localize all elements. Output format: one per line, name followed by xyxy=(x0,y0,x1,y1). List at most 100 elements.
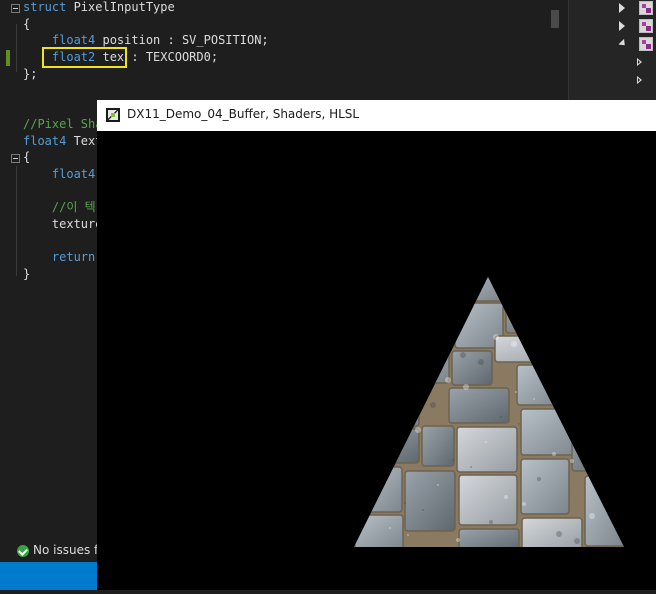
scene-canvas xyxy=(354,277,624,547)
stone-speckle xyxy=(515,391,517,393)
status-text[interactable]: No issues fo xyxy=(33,542,106,559)
fold-toggle-struct[interactable] xyxy=(11,4,20,13)
stone-speckle xyxy=(567,427,571,431)
stone-speckle xyxy=(518,423,520,425)
stone-speckle xyxy=(456,538,460,542)
shader-file-icon xyxy=(639,1,653,15)
stone-speckle xyxy=(574,538,580,544)
stone-speckle xyxy=(411,348,415,352)
fold-toggle-function[interactable] xyxy=(11,154,20,163)
stone-speckle xyxy=(537,477,541,481)
code-token: float4 xyxy=(23,134,67,148)
stone-speckle xyxy=(470,466,472,468)
code-line[interactable]: //Pixel Sha xyxy=(23,116,102,133)
stone-block xyxy=(458,474,518,526)
textured-triangle xyxy=(354,277,624,547)
stone-speckle xyxy=(463,384,469,390)
stone-speckle xyxy=(600,409,604,413)
stone-block xyxy=(354,514,404,547)
stone-block xyxy=(448,387,510,424)
expand-arrow-icon[interactable] xyxy=(619,21,625,31)
stone-speckle xyxy=(441,298,445,302)
changed-line-marker xyxy=(6,50,10,66)
code-line[interactable]: return xyxy=(23,249,95,266)
stone-block xyxy=(571,420,623,472)
stone-block xyxy=(404,470,456,532)
stone-speckle xyxy=(522,502,526,506)
stone-block xyxy=(358,385,420,427)
expand-arrow-icon[interactable] xyxy=(637,58,642,66)
directx-app-icon xyxy=(106,108,120,122)
stone-speckle xyxy=(437,484,439,486)
code-token: texture xyxy=(23,217,103,231)
stone-speckle xyxy=(374,287,376,289)
window-titlebar[interactable]: DX11_Demo_04_Buffer, Shaders, HLSL xyxy=(97,100,656,131)
status-bar-blue xyxy=(0,562,98,590)
stone-speckle xyxy=(359,312,361,314)
code-token: PixelInputType xyxy=(66,0,175,14)
stone-block xyxy=(451,277,503,302)
struct-brace-guide xyxy=(16,24,17,72)
code-line[interactable]: } xyxy=(23,266,30,283)
expand-arrow-icon[interactable] xyxy=(637,76,642,84)
code-token: { xyxy=(23,17,31,31)
code-line[interactable]: float4 Text xyxy=(23,133,102,150)
collapse-arrow-icon[interactable] xyxy=(618,38,628,49)
stone-speckle xyxy=(533,398,535,400)
code-line[interactable]: struct PixelInputType xyxy=(23,0,175,16)
stone-speckle xyxy=(356,280,358,282)
code-token: }; xyxy=(23,67,38,81)
stone-speckle xyxy=(382,445,388,451)
window-title: DX11_Demo_04_Buffer, Shaders, HLSL xyxy=(127,107,360,121)
stone-speckle xyxy=(459,305,463,309)
code-line[interactable]: texture xyxy=(23,216,103,233)
stone-block xyxy=(456,426,518,473)
code-line[interactable]: { xyxy=(23,16,30,33)
stone-block xyxy=(505,302,577,334)
code-token: //Pixel Sha xyxy=(23,117,103,131)
stone-speckle xyxy=(622,495,624,501)
editor-scroll-thumb[interactable] xyxy=(551,10,559,28)
code-token: return xyxy=(23,250,96,264)
stone-speckle xyxy=(367,470,373,476)
code-token: struct xyxy=(23,0,67,14)
annotation-highlight-box xyxy=(42,47,127,68)
code-line[interactable]: float4 xyxy=(23,166,95,183)
stone-speckle xyxy=(581,355,583,357)
stone-block xyxy=(584,475,624,547)
code-token: position : SV_POSITION; xyxy=(95,33,269,47)
stone-speckle xyxy=(378,366,382,370)
app-window[interactable]: DX11_Demo_04_Buffer, Shaders, HLSL xyxy=(97,100,656,590)
code-token: float4 xyxy=(23,167,96,181)
stone-speckle xyxy=(504,495,508,499)
stone-speckle xyxy=(489,520,493,524)
stone-block xyxy=(421,425,455,467)
stone-speckle xyxy=(415,427,421,433)
stone-speckle xyxy=(556,531,562,537)
function-brace-guide xyxy=(16,166,17,276)
code-line[interactable]: }; xyxy=(23,66,37,83)
stone-block xyxy=(361,466,403,513)
stone-speckle xyxy=(485,441,487,443)
stone-speckle xyxy=(526,316,532,322)
stone-block xyxy=(396,302,453,344)
solution-explorer-panel xyxy=(568,0,656,100)
expand-arrow-icon[interactable] xyxy=(619,3,625,13)
stone-speckle xyxy=(585,434,589,438)
code-line[interactable]: //이 텍 xyxy=(23,199,96,216)
stone-speckle xyxy=(407,534,409,536)
code-token: float4 xyxy=(23,33,96,47)
stone-speckle xyxy=(570,459,574,463)
code-line[interactable]: { xyxy=(23,149,30,166)
stone-speckle xyxy=(430,402,436,408)
status-bar: No issues fo xyxy=(0,540,106,562)
stone-speckle xyxy=(426,323,430,327)
stone-speckle xyxy=(478,359,484,365)
stone-speckle xyxy=(460,352,466,358)
check-circle-icon xyxy=(17,545,29,557)
stone-speckle xyxy=(397,420,403,426)
stone-speckle xyxy=(541,291,547,297)
stone-speckle xyxy=(563,348,565,350)
code-token: { xyxy=(23,150,31,164)
stone-block xyxy=(521,517,583,547)
